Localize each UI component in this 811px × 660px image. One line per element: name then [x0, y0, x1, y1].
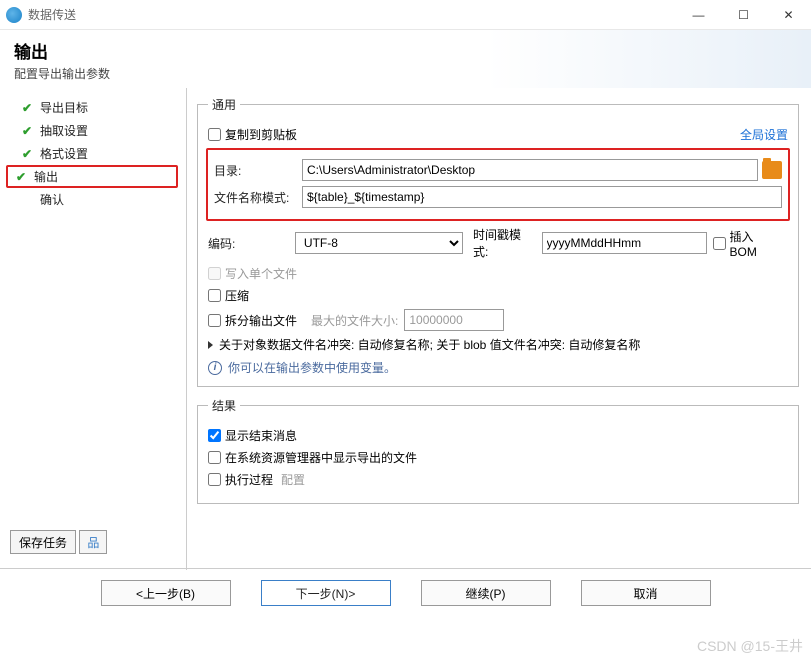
info-text: 你可以在输出参数中使用变量。: [228, 359, 396, 376]
result-legend: 结果: [208, 397, 240, 414]
show-explorer-checkbox[interactable]: 在系统资源管理器中显示导出的文件: [208, 449, 417, 466]
wizard-buttons: <上一步(B) 下一步(N)> 继续(P) 取消: [0, 580, 811, 606]
step-extract-settings[interactable]: 抽取设置: [0, 119, 186, 142]
insert-bom-checkbox[interactable]: 插入BOM: [713, 228, 781, 259]
folder-icon[interactable]: [762, 161, 782, 179]
minimize-button[interactable]: —: [676, 0, 721, 30]
close-button[interactable]: ✕: [766, 0, 811, 30]
show-end-checkbox[interactable]: 显示结束消息: [208, 427, 297, 444]
timestamp-label: 时间戳模式:: [473, 226, 536, 260]
page-subtitle: 配置导出输出参数: [14, 65, 797, 82]
compress-checkbox[interactable]: 压缩: [208, 287, 249, 304]
highlight-box: 目录: 文件名称模式:: [206, 148, 790, 221]
bottom-toolbar: 保存任务 品: [10, 530, 107, 554]
copy-clipboard-checkbox[interactable]: 复制到剪贴板: [208, 126, 297, 143]
general-legend: 通用: [208, 96, 240, 113]
general-group: 通用 复制到剪贴板 全局设置 目录: 文件名称模式: 编码: U: [197, 96, 799, 387]
expand-icon: [208, 341, 213, 349]
maximize-button[interactable]: ☐: [721, 0, 766, 30]
page-title: 输出: [14, 38, 797, 63]
global-settings-link[interactable]: 全局设置: [740, 126, 788, 143]
result-group: 结果 显示结束消息 在系统资源管理器中显示导出的文件 执行过程 配置: [197, 397, 799, 504]
conflict-text: 关于对象数据文件名冲突: 自动修复名称; 关于 blob 值文件名冲突: 自动修…: [219, 336, 640, 353]
diagram-icon-button[interactable]: 品: [79, 530, 107, 554]
info-icon: i: [208, 361, 222, 375]
continue-button[interactable]: 继续(P): [421, 580, 551, 606]
step-format-settings[interactable]: 格式设置: [0, 142, 186, 165]
step-output[interactable]: 输出: [6, 165, 178, 188]
timestamp-input[interactable]: [542, 232, 707, 254]
watermark: CSDN @15-王井: [697, 636, 803, 656]
step-confirm[interactable]: 确认: [0, 188, 186, 211]
split-checkbox[interactable]: 拆分输出文件: [208, 312, 297, 329]
save-task-button[interactable]: 保存任务: [10, 530, 76, 554]
back-button[interactable]: <上一步(B): [101, 580, 231, 606]
encoding-select[interactable]: UTF-8: [295, 232, 463, 254]
separator: [0, 568, 811, 569]
step-export-target[interactable]: 导出目标: [0, 96, 186, 119]
app-icon: [6, 7, 22, 23]
titlebar: 数据传送 — ☐ ✕: [0, 0, 811, 30]
conflict-row[interactable]: 关于对象数据文件名冲突: 自动修复名称; 关于 blob 值文件名冲突: 自动修…: [208, 336, 788, 353]
encoding-label: 编码:: [208, 235, 295, 252]
single-file-checkbox: 写入单个文件: [208, 265, 297, 282]
exec-checkbox[interactable]: 执行过程: [208, 471, 273, 488]
directory-label: 目录:: [214, 162, 302, 179]
page-header: 输出 配置导出输出参数: [0, 30, 811, 88]
next-button[interactable]: 下一步(N)>: [261, 580, 391, 606]
config-link: 配置: [281, 471, 305, 488]
directory-input[interactable]: [302, 159, 758, 181]
window-title: 数据传送: [28, 6, 676, 23]
split-hint: 最大的文件大小:: [311, 312, 398, 329]
main-panel: 通用 复制到剪贴板 全局设置 目录: 文件名称模式: 编码: U: [186, 88, 811, 570]
clipboard-row: 复制到剪贴板 全局设置: [208, 126, 788, 143]
filename-pattern-label: 文件名称模式:: [214, 189, 302, 206]
diagram-icon: 品: [87, 534, 99, 551]
split-size-input: [404, 309, 504, 331]
cancel-button[interactable]: 取消: [581, 580, 711, 606]
wizard-sidebar: 导出目标 抽取设置 格式设置 输出 确认: [0, 88, 186, 570]
filename-pattern-input[interactable]: [302, 186, 782, 208]
info-row: i 你可以在输出参数中使用变量。: [208, 359, 788, 376]
content: 导出目标 抽取设置 格式设置 输出 确认 通用 复制到剪贴板 全局设置 目录: …: [0, 88, 811, 570]
